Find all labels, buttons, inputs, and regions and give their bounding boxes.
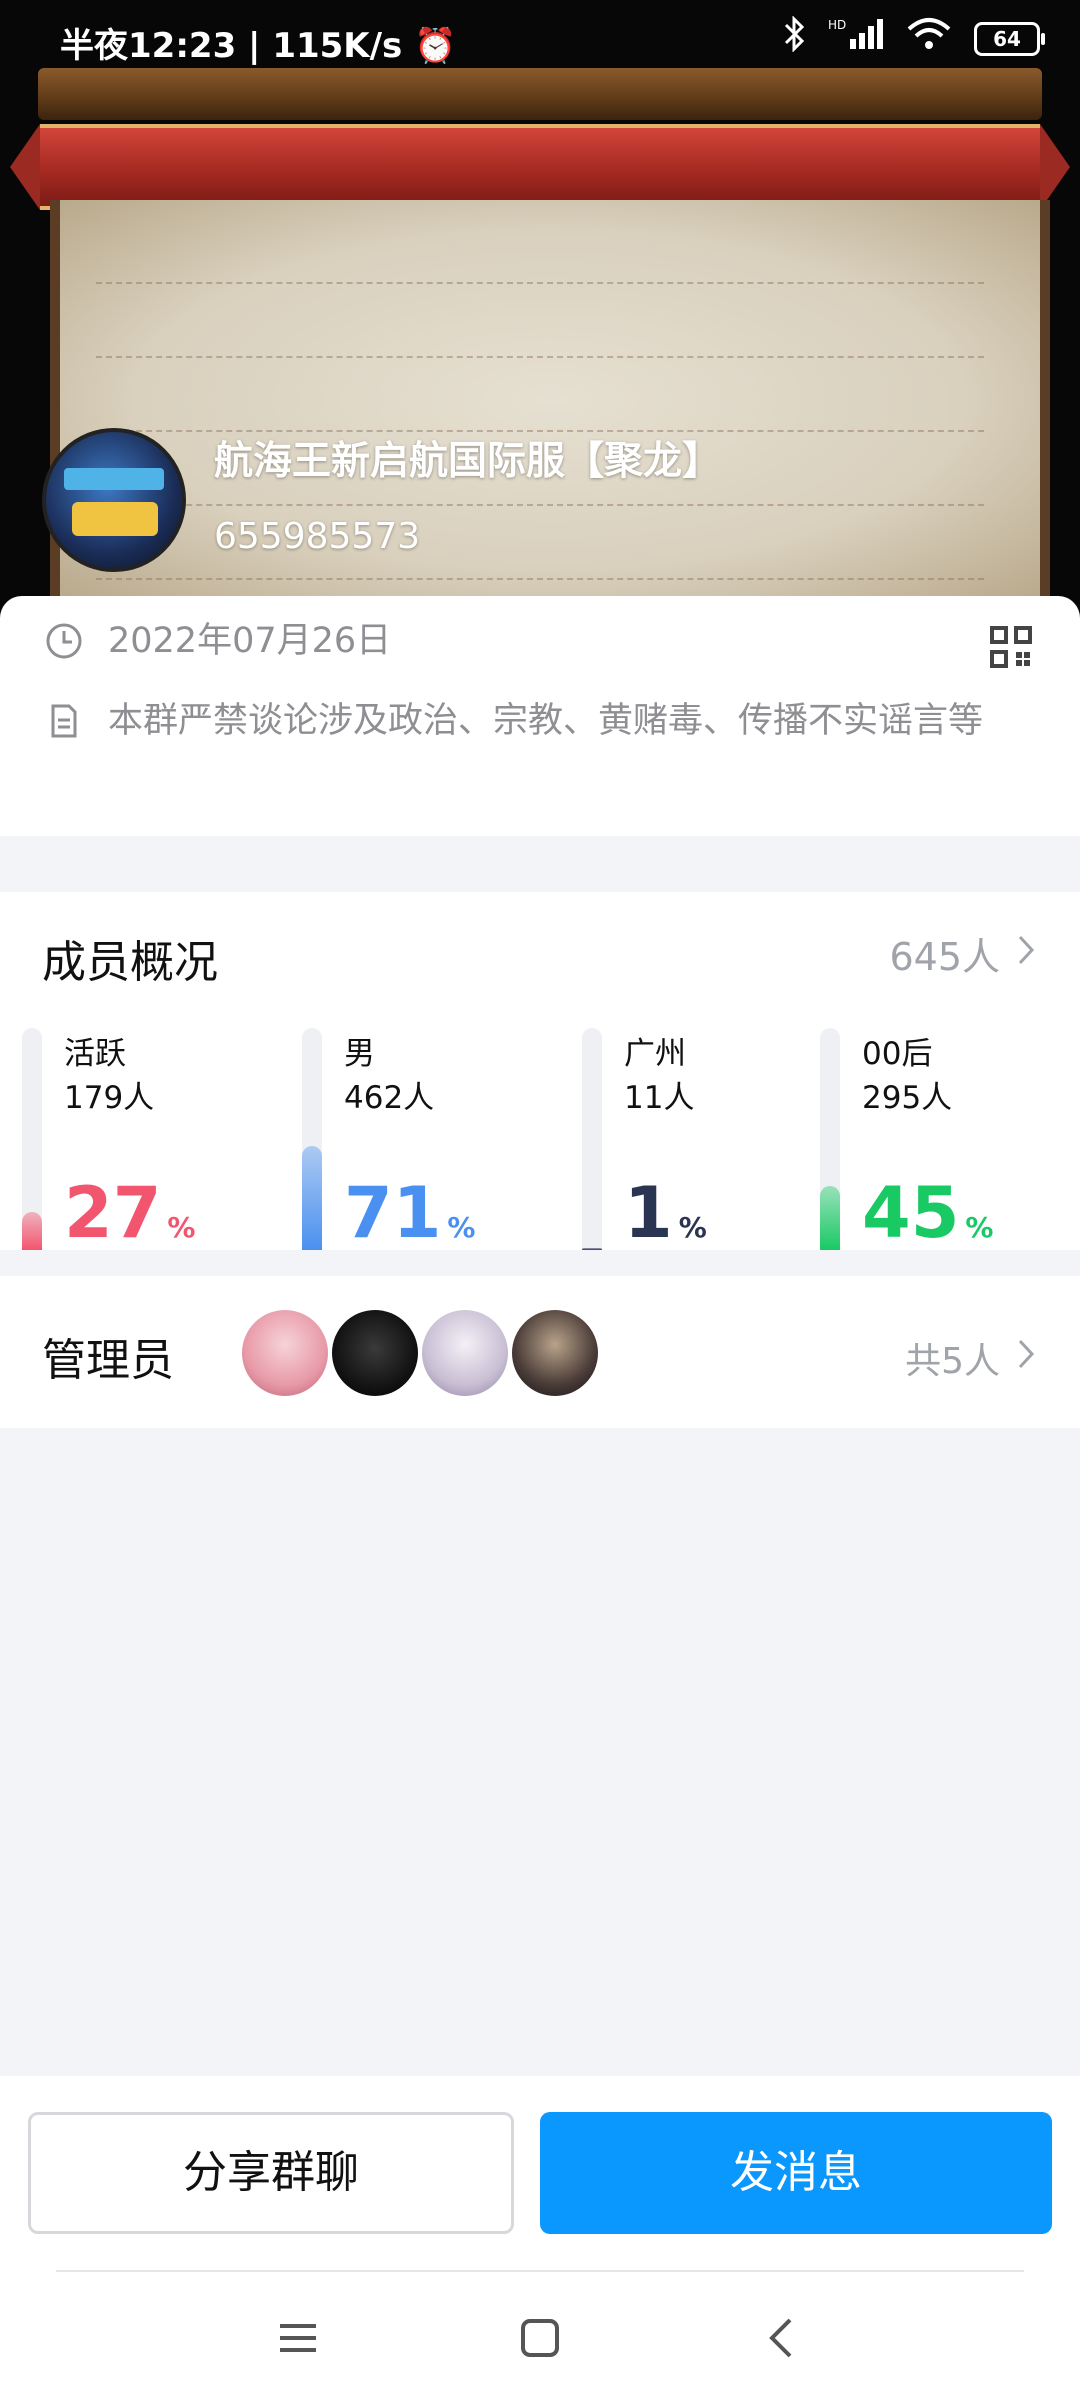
member-overview[interactable]: 成员概况 645人 活跃 179人 27% 男 462人 71% 广州 11人 … <box>0 892 1080 1250</box>
group-name: 航海王新启航国际服【聚龙】 <box>214 439 722 484</box>
parchment-line <box>96 356 984 358</box>
stat-bar-track <box>22 1028 42 1250</box>
home-icon[interactable] <box>510 2308 570 2368</box>
document-icon <box>44 690 84 738</box>
parchment-line <box>96 282 984 284</box>
stat-bar-track <box>582 1028 602 1250</box>
admin-title: 管理员 <box>42 1335 174 1386</box>
stat-label: 广州 <box>624 1036 686 1072</box>
status-icons: HD 64 <box>782 15 1045 61</box>
admin-avatar[interactable] <box>332 1310 418 1396</box>
member-stat-active: 活跃 179人 27% <box>22 1028 282 1250</box>
stat-count: 462人 <box>344 1080 435 1116</box>
stat-label: 男 <box>344 1036 375 1072</box>
group-info-card: 2022年07月26日 本群严禁谈论涉及政治、宗教、黄赌毒、传播不实谣言等 <box>0 596 1080 836</box>
member-count-link[interactable]: 645人 <box>889 926 1036 981</box>
stat-bar-fill <box>820 1185 840 1250</box>
group-notice-row[interactable]: 本群严禁谈论涉及政治、宗教、黄赌毒、传播不实谣言等 <box>44 690 1028 752</box>
member-count: 645人 <box>889 935 1000 979</box>
bluetooth-icon <box>782 15 806 61</box>
clock-icon <box>44 610 84 659</box>
alarm-icon: ⏰ <box>414 26 457 66</box>
stat-bar-fill <box>302 1145 322 1250</box>
share-group-button[interactable]: 分享群聊 <box>28 2112 514 2234</box>
banner-parchment <box>50 200 1050 600</box>
created-date-row: 2022年07月26日 <box>44 610 1028 672</box>
wifi-icon <box>906 17 952 60</box>
group-id: 655985573 <box>214 516 421 557</box>
stat-count: 295人 <box>862 1080 953 1116</box>
chevron-right-icon <box>1016 1337 1036 1380</box>
hd-signal-icon: HD <box>828 17 884 60</box>
group-header-banner: 航海王新启航国际服【聚龙】 655985573 <box>0 0 1080 620</box>
svg-text:HD: HD <box>828 18 846 32</box>
admin-avatar[interactable] <box>512 1310 598 1396</box>
qr-code-icon[interactable] <box>990 626 1032 668</box>
stat-bar-fill <box>22 1212 42 1250</box>
section-separator <box>0 1250 1080 1276</box>
menu-icon[interactable] <box>268 2308 328 2368</box>
send-message-button[interactable]: 发消息 <box>540 2112 1052 2234</box>
admin-avatar[interactable] <box>242 1310 328 1396</box>
admin-count: 共5人 <box>905 1341 1000 1382</box>
member-stat-male: 男 462人 71% <box>302 1028 562 1250</box>
member-stat-location: 广州 11人 1% <box>582 1028 842 1250</box>
member-stat-age: 00后 295人 45% <box>820 1028 1080 1250</box>
bottom-action-bar: 分享群聊 发消息 <box>0 2076 1080 2400</box>
back-icon[interactable] <box>752 2308 812 2368</box>
stat-label: 活跃 <box>64 1036 126 1072</box>
battery-icon: 64 <box>974 21 1045 56</box>
stat-count: 179人 <box>64 1080 155 1116</box>
group-avatar[interactable] <box>42 428 186 572</box>
admin-count-link[interactable]: 共5人 <box>905 1332 1036 1384</box>
created-date: 2022年07月26日 <box>108 621 392 661</box>
admin-avatar[interactable] <box>422 1310 508 1396</box>
member-overview-title: 成员概况 <box>42 937 218 988</box>
stat-bar-track <box>302 1028 322 1250</box>
status-bar: 半夜12:23 | 115K/s ⏰ HD 64 <box>0 0 1080 80</box>
stat-count: 11人 <box>624 1080 695 1116</box>
stat-label: 00后 <box>862 1036 933 1072</box>
banner-ribbon <box>10 124 1070 210</box>
parchment-line <box>96 578 984 580</box>
chevron-right-icon <box>1016 932 1036 976</box>
status-time: 半夜12:23 | 115K/s ⏰ <box>60 26 457 66</box>
nav-divider <box>56 2270 1024 2272</box>
group-notice: 本群严禁谈论涉及政治、宗教、黄赌毒、传播不实谣言等 <box>108 701 984 741</box>
parchment-line <box>96 504 984 506</box>
stat-bar-track <box>820 1028 840 1250</box>
admin-section[interactable]: 管理员 共5人 <box>0 1276 1080 1428</box>
